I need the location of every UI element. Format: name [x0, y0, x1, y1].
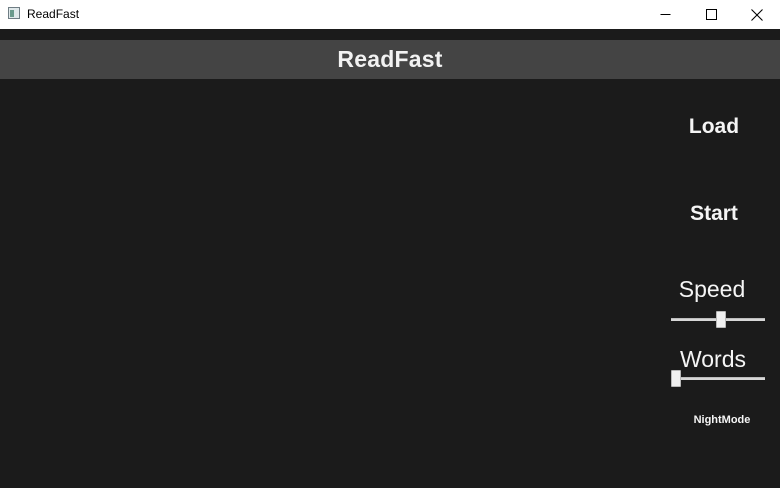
minimize-button[interactable]: [642, 0, 688, 29]
window-title: ReadFast: [27, 7, 80, 21]
maximize-icon: [705, 9, 717, 20]
reading-area: [0, 79, 650, 488]
app-window: ReadFast ReadFast Load Start Speed Words: [0, 0, 780, 488]
title-bar[interactable]: ReadFast: [0, 0, 780, 29]
start-button[interactable]: Start: [664, 202, 764, 226]
close-button[interactable]: [734, 0, 780, 29]
maximize-button[interactable]: [688, 0, 734, 29]
app-title: ReadFast: [337, 46, 443, 72]
speed-slider-thumb[interactable]: [716, 311, 726, 328]
minimize-icon: [660, 14, 670, 15]
words-slider-track[interactable]: [671, 377, 765, 380]
nightmode-button[interactable]: NightMode: [672, 414, 772, 426]
words-slider-thumb[interactable]: [671, 370, 681, 387]
speed-slider[interactable]: [671, 310, 765, 330]
app-header: ReadFast: [0, 40, 780, 79]
close-icon: [751, 8, 763, 21]
load-button[interactable]: Load: [664, 115, 764, 139]
speed-label: Speed: [678, 276, 746, 302]
app-window-icon: [8, 7, 20, 19]
words-slider[interactable]: [671, 369, 765, 389]
